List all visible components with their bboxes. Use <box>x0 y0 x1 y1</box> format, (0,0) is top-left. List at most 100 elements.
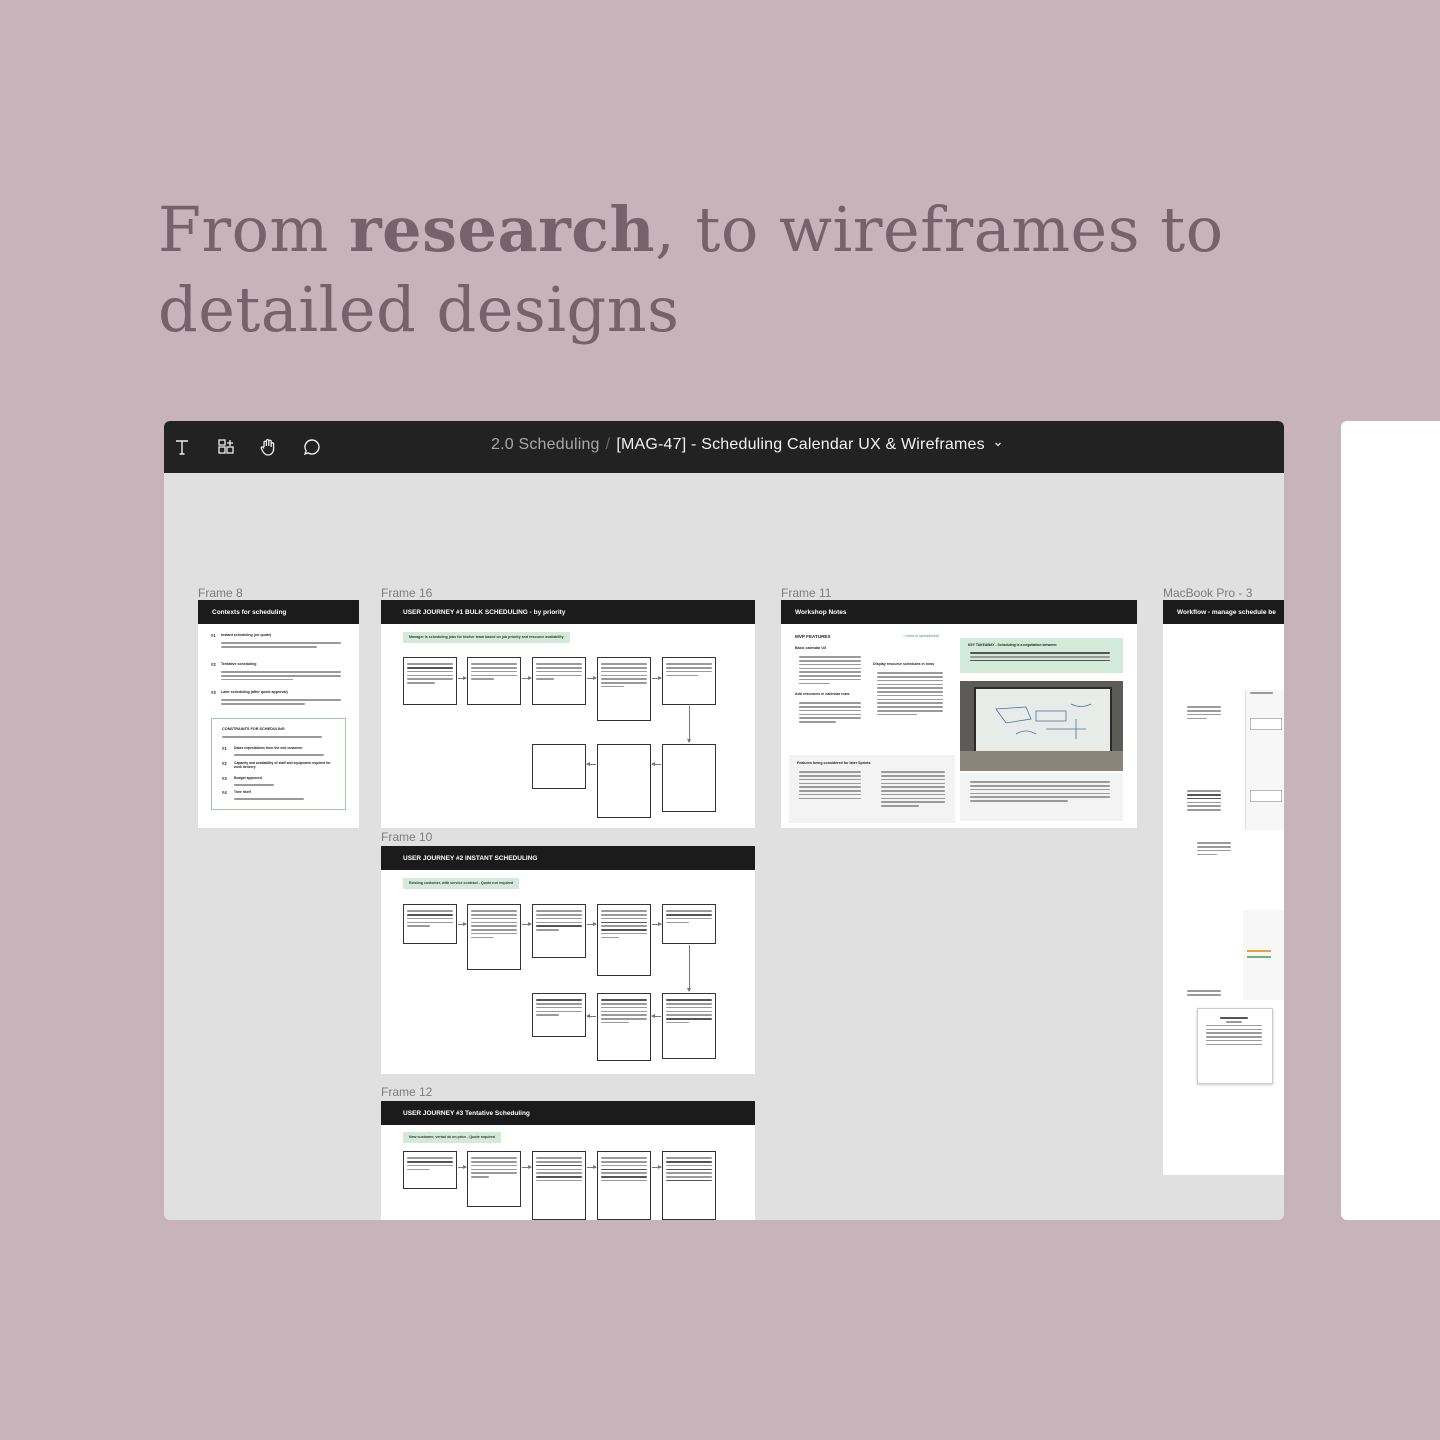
frame-label[interactable]: Frame 10 <box>381 830 432 844</box>
design-canvas[interactable]: Frame 8 Contexts for scheduling #1 Insta… <box>164 473 1284 1220</box>
constraint-number: #1 <box>222 746 227 751</box>
components-icon[interactable] <box>212 433 240 461</box>
section-title: Basic calendar UX <box>795 646 827 650</box>
constraint-title: Budget approved <box>234 776 262 780</box>
flow-connector <box>687 945 691 992</box>
flow-box <box>532 657 586 705</box>
flow-box <box>597 904 651 976</box>
flow-arrow <box>522 922 532 926</box>
breadcrumb-current[interactable]: [MAG-47] - Scheduling Calendar UX & Wire… <box>616 436 984 453</box>
breadcrumb: 2.0 Scheduling / [MAG-47] - Scheduling Cal… <box>491 436 1003 454</box>
whiteboard-photo <box>960 681 1123 771</box>
notes-lines <box>799 700 861 725</box>
flow-arrow <box>458 1165 467 1169</box>
design-app-window: 2.0 Scheduling / [MAG-47] - Scheduling Cal… <box>164 421 1284 1220</box>
item-title: Instant scheduling (no quote) <box>221 633 272 637</box>
constraint-number: #4 <box>222 790 227 795</box>
later-title: Features being considered for later Spri… <box>797 761 871 765</box>
item-title: Tentative scheduling <box>221 662 257 666</box>
flow-box <box>597 657 651 721</box>
mvp-title: MVP FEATURES <box>795 634 831 639</box>
constraint-title: Capacity and availability of staff and e… <box>234 761 331 769</box>
annotation <box>1187 788 1221 813</box>
item-number: #2 <box>211 662 216 667</box>
flow-box <box>467 1151 521 1207</box>
frame-header: Workflow - manage schedule be <box>1163 600 1284 624</box>
flow-box <box>532 904 586 958</box>
flow-box <box>662 904 716 944</box>
flow-box <box>597 744 651 818</box>
flow-box <box>662 657 716 705</box>
frame-label[interactable]: Frame 16 <box>381 586 432 600</box>
journey-tag: Existing customer, with service contract… <box>403 878 520 889</box>
flow-connector <box>687 706 691 743</box>
constraint-title: Dates expectations from the end customer <box>234 746 303 750</box>
comment-icon[interactable] <box>298 433 326 461</box>
flow-arrow <box>651 1014 661 1018</box>
side-panel <box>1341 421 1440 1220</box>
toolbar: 2.0 Scheduling / [MAG-47] - Scheduling Cal… <box>164 421 1284 473</box>
journey-tag: New customer, verbal ok on price - Quote… <box>403 1132 502 1143</box>
flow-arrow <box>587 922 597 926</box>
flow-arrow <box>587 1165 597 1169</box>
flow-box <box>403 904 457 944</box>
mvp-link[interactable]: + more in spreadsheet <box>903 634 939 638</box>
day-modal <box>1197 1008 1273 1084</box>
hand-tool-icon[interactable] <box>254 433 282 461</box>
frame-label[interactable]: Frame 12 <box>381 1085 432 1099</box>
frame-label[interactable]: MacBook Pro - 3 <box>1163 586 1252 600</box>
flow-box <box>467 657 521 705</box>
frame-user-journey-3[interactable]: USER JOURNEY #3 Tentative Scheduling New… <box>381 1101 755 1220</box>
section-title: Add resources in calendar rows <box>795 692 850 696</box>
constraints-title: CONSTRAINTS FOR SCHEDULING <box>222 727 285 731</box>
mini-calendar <box>1243 910 1284 1000</box>
frame-header: USER JOURNEY #3 Tentative Scheduling <box>381 1101 755 1125</box>
flow-box <box>532 993 586 1037</box>
frame-header: Contexts for scheduling <box>198 600 359 624</box>
flow-arrow <box>652 922 662 926</box>
headline-emphasis: research <box>348 193 656 266</box>
later-features-panel: Features being considered for later Spri… <box>789 755 955 823</box>
flow-arrow <box>522 1165 532 1169</box>
notes-lines <box>799 654 861 686</box>
frame-header: USER JOURNEY #2 INSTANT SCHEDULING <box>381 846 755 870</box>
item-title: Later scheduling (after quote approval) <box>221 690 288 694</box>
takeaway-title: KEY TAKEAWAY - Scheduling is a negotiati… <box>968 643 1058 647</box>
flow-box <box>597 993 651 1061</box>
flow-arrow <box>587 676 597 680</box>
frame-header: USER JOURNEY #1 BULK SCHEDULING - by pri… <box>381 600 755 624</box>
constraint-title: Time itself <box>234 790 251 794</box>
section-title: Display resource schedules in rows <box>873 662 935 666</box>
frame-workflow[interactable]: Workflow - manage schedule be <box>1163 600 1284 1175</box>
frame-user-journey-2[interactable]: USER JOURNEY #2 INSTANT SCHEDULING Exist… <box>381 846 755 1074</box>
flow-box <box>467 904 521 970</box>
frame-workshop-notes[interactable]: Workshop Notes MVP FEATURES + more in sp… <box>781 600 1137 828</box>
frame-label[interactable]: Frame 8 <box>198 586 243 600</box>
flow-box <box>597 1151 651 1220</box>
calendar-wireframe <box>1245 690 1284 830</box>
item-number: #3 <box>211 690 216 695</box>
constraints-box: CONSTRAINTS FOR SCHEDULING #1 Dates expe… <box>211 718 346 810</box>
flow-box <box>403 1151 457 1189</box>
flow-box <box>662 1151 716 1220</box>
journey-tag: Manager is scheduling jobs for his/her t… <box>403 632 570 643</box>
frame-user-journey-1[interactable]: USER JOURNEY #1 BULK SCHEDULING - by pri… <box>381 600 755 828</box>
flow-box <box>532 744 586 789</box>
annotation <box>1187 704 1221 721</box>
frame-label[interactable]: Frame 11 <box>781 586 831 600</box>
breadcrumb-parent[interactable]: 2.0 Scheduling <box>491 436 600 453</box>
constraint-number: #2 <box>222 761 227 766</box>
breadcrumb-separator: / <box>605 436 611 454</box>
headline-part1: From <box>158 193 349 266</box>
chevron-down-icon[interactable] <box>993 436 1003 454</box>
flow-arrow <box>651 762 661 766</box>
flow-box <box>662 993 716 1059</box>
flow-box <box>403 657 457 705</box>
frame-contexts[interactable]: Contexts for scheduling #1 Instant sched… <box>198 600 359 828</box>
flow-arrow <box>586 762 596 766</box>
flow-arrow <box>522 676 532 680</box>
item-number: #1 <box>211 633 216 638</box>
takeaway-notes <box>960 773 1123 821</box>
text-tool-icon[interactable] <box>168 433 196 461</box>
whiteboard-image <box>974 687 1112 755</box>
